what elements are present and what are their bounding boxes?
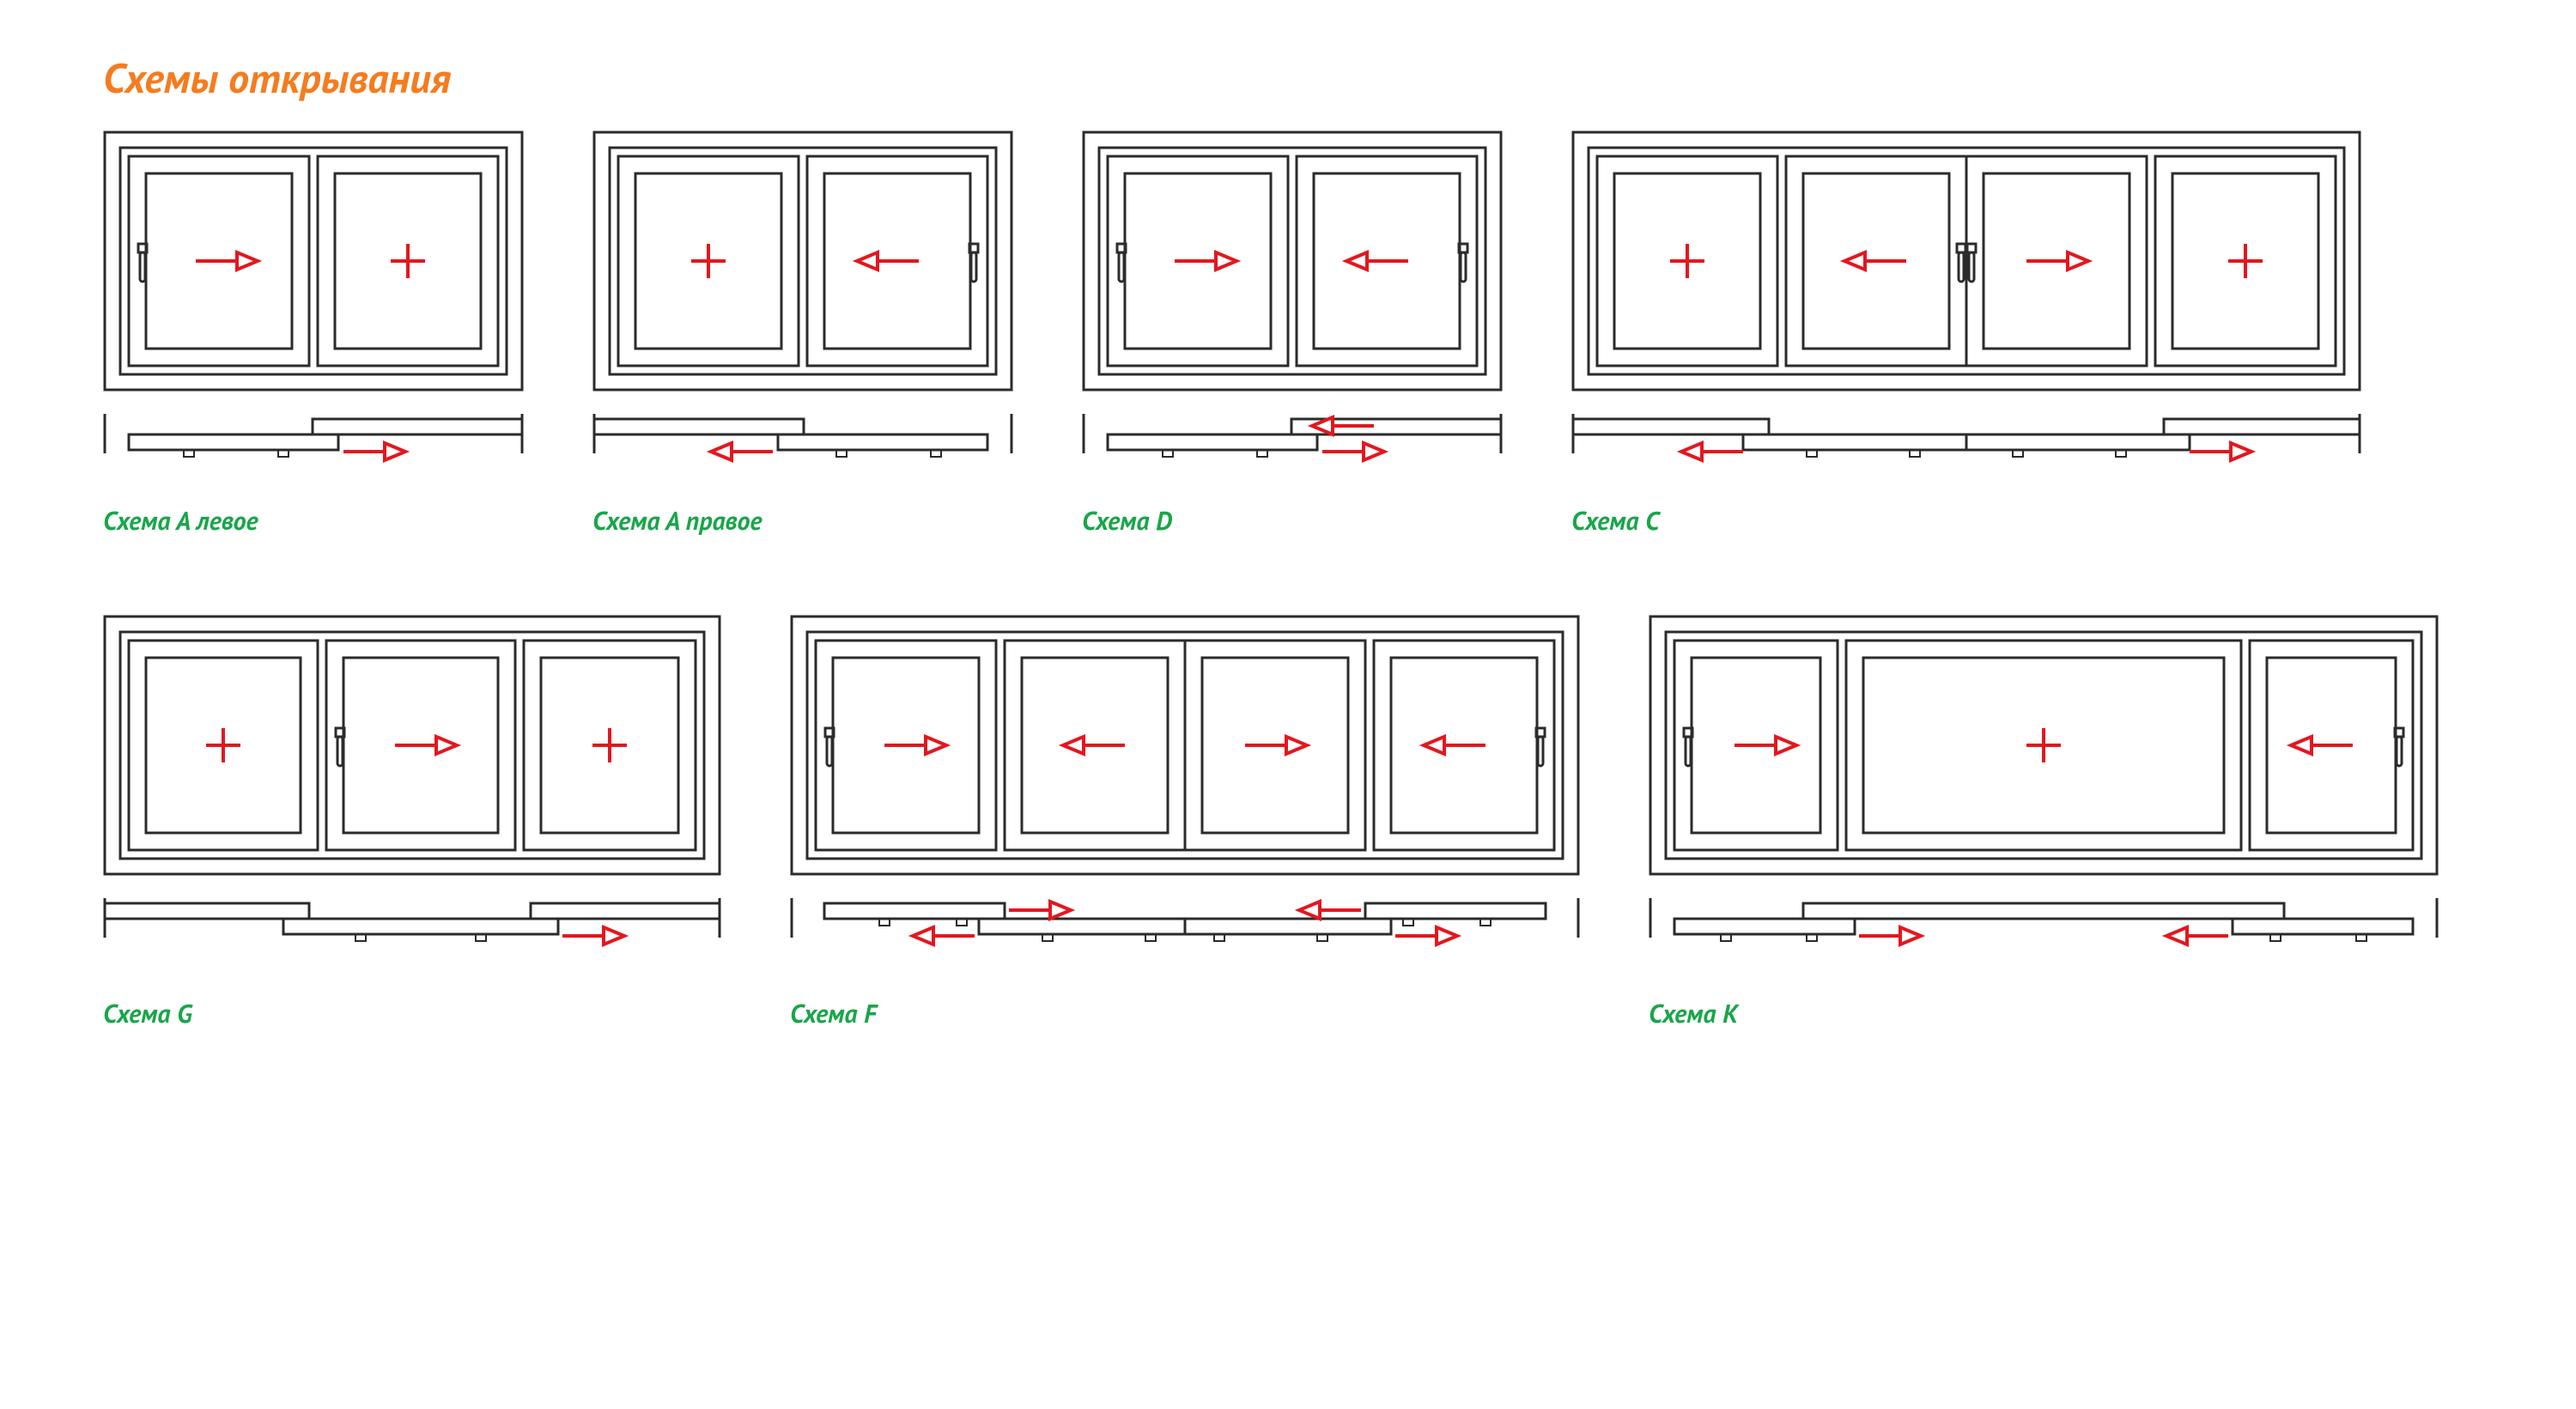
arrow-left-icon [1063, 737, 1125, 754]
plus-icon [206, 728, 240, 762]
arrow-right-icon [1245, 737, 1307, 754]
plus-icon [592, 728, 627, 762]
arrow-right-icon [395, 737, 457, 754]
diagram-a-right [592, 131, 1013, 483]
arrow-left-icon [1844, 252, 1906, 270]
caption-f: Схема F [790, 997, 1580, 1030]
arrow-left-icon [2291, 737, 2353, 754]
row-1: Схема А левое [103, 131, 2473, 537]
diagram-a-left [103, 131, 524, 483]
arrow-right-icon [1175, 252, 1236, 270]
scheme-c: Схема C [1571, 131, 2361, 537]
plus-icon [691, 244, 726, 278]
caption-d: Схема D [1082, 504, 1503, 537]
arrow-left-icon [1424, 737, 1485, 754]
plan-arrow-right-icon [562, 927, 624, 944]
plan-arrow-left-icon [2166, 927, 2228, 944]
plan-arrow-right-icon [2190, 443, 2251, 460]
diagram-k [1649, 615, 2439, 975]
arrow-right-icon [2026, 252, 2088, 270]
row-2: Схема G [103, 615, 2473, 1030]
plan-arrow-right-icon [1859, 927, 1921, 944]
scheme-k: Схема K [1649, 615, 2439, 1030]
caption-g: Схема G [103, 997, 721, 1030]
diagram-g [103, 615, 721, 975]
caption-c: Схема C [1571, 504, 2361, 537]
arrow-right-icon [196, 252, 258, 270]
diagram-d [1082, 131, 1503, 483]
diagram-c [1571, 131, 2361, 483]
scheme-a-right: Схема А правое [592, 131, 1013, 537]
caption-k: Схема K [1649, 997, 2439, 1030]
plan-arrow-right-icon [1395, 927, 1457, 944]
page-title: Схемы открывания [103, 52, 2473, 105]
plus-icon [2026, 728, 2061, 762]
plus-icon [1670, 244, 1704, 278]
caption-a-right: Схема А правое [592, 504, 1013, 537]
scheme-d: Схема D [1082, 131, 1503, 537]
plan-arrow-left-icon [711, 443, 773, 460]
plan-arrow-right-icon [1322, 443, 1384, 460]
scheme-g: Схема G [103, 615, 721, 1030]
arrow-right-icon [1735, 737, 1796, 754]
plan-arrow-left-icon [913, 927, 975, 944]
plan-arrow-right-icon [343, 443, 405, 460]
diagram-f [790, 615, 1580, 975]
arrow-left-icon [857, 252, 919, 270]
scheme-f: Схема F [790, 615, 1580, 1030]
plus-icon [2228, 244, 2263, 278]
plan-arrow-left-icon [1681, 443, 1743, 460]
plus-icon [391, 244, 425, 278]
scheme-a-left: Схема А левое [103, 131, 524, 537]
arrow-left-icon [1346, 252, 1408, 270]
caption-a-left: Схема А левое [103, 504, 524, 537]
plan-arrow-right-icon [1009, 902, 1071, 919]
plan-arrow-left-icon [1299, 902, 1361, 919]
arrow-right-icon [884, 737, 946, 754]
